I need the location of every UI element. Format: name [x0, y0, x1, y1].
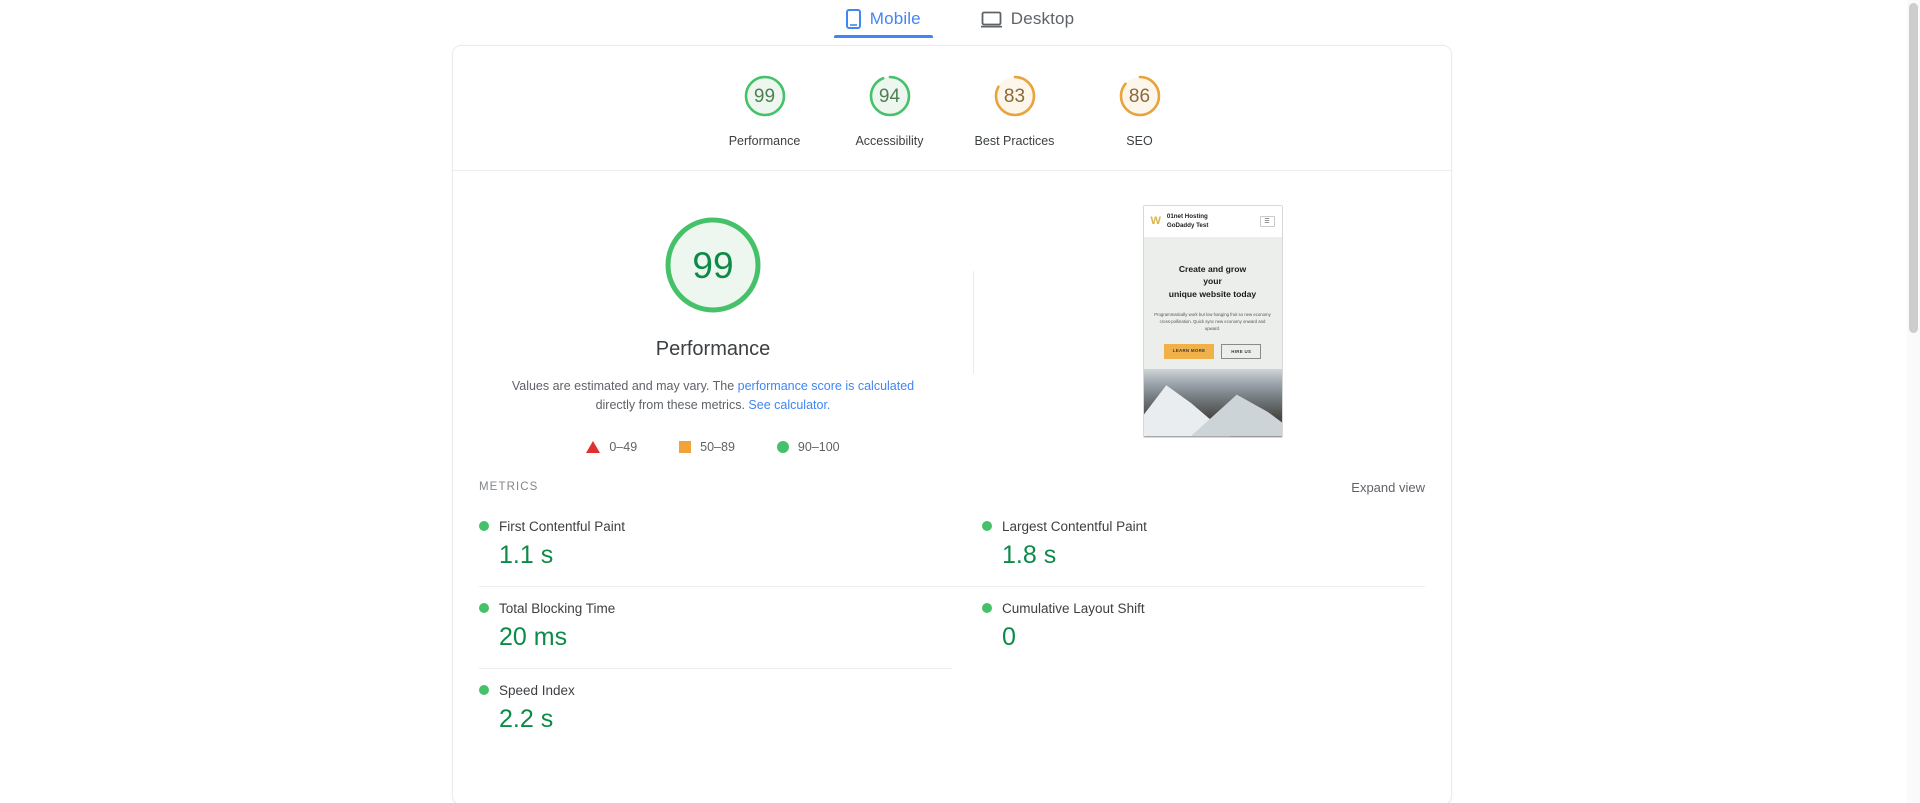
- gauge-value-best-practices: 83: [1003, 85, 1026, 107]
- status-dot-icon: [479, 521, 489, 532]
- metric-label: First Contentful Paint: [499, 518, 626, 534]
- metrics-header: METRICS Expand view: [453, 462, 1451, 505]
- metric-first-contentful-paint[interactable]: First Contentful Paint 1.1 s: [479, 505, 952, 587]
- scrollbar-thumb[interactable]: [1909, 3, 1918, 333]
- gauge-ring-performance: 99: [741, 72, 789, 120]
- metric-label: Speed Index: [499, 682, 575, 698]
- desktop-icon: [980, 11, 1002, 28]
- legend-label-poor: 0–49: [609, 439, 638, 454]
- category-score-accessibility[interactable]: 94 Accessibility: [827, 72, 952, 148]
- tab-desktop[interactable]: Desktop: [969, 0, 1086, 38]
- page-thumbnail[interactable]: W 01net Hosting GoDaddy Test ☰ Create an…: [1142, 205, 1283, 438]
- gauge-value-performance: 99: [753, 85, 776, 107]
- brand-logo-icon: W: [1150, 215, 1161, 228]
- hamburger-icon: ☰: [1259, 216, 1275, 228]
- thumbnail-brand-line2: GoDaddy Test: [1166, 221, 1209, 229]
- hero-desc-text-middle: directly from these metrics.: [595, 398, 749, 413]
- hero-description: Values are estimated and may vary. The p…: [503, 377, 923, 416]
- pagespeed-report-page: Mobile Desktop 99 Performance 94 Accessi…: [0, 0, 1920, 803]
- metric-largest-contentful-paint[interactable]: Largest Contentful Paint 1.8 s: [952, 505, 1425, 587]
- metric-value: 20 ms: [499, 622, 568, 651]
- performance-hero: 99 Performance Values are estimated and …: [453, 171, 1451, 462]
- metric-label: Total Blocking Time: [499, 600, 616, 616]
- gauge-value-accessibility: 94: [878, 85, 901, 107]
- thumbnail-brand-line1: 01net Hosting: [1166, 213, 1208, 220]
- legend-label-good: 90–100: [797, 439, 840, 454]
- see-calculator-link[interactable]: See calculator.: [748, 398, 830, 412]
- tab-desktop-label: Desktop: [1010, 9, 1075, 28]
- page-scrollbar[interactable]: [1907, 0, 1920, 803]
- expand-view-link[interactable]: Expand view: [1351, 480, 1425, 495]
- page-screenshot-panel: W 01net Hosting GoDaddy Test ☰ Create an…: [974, 205, 1451, 454]
- square-icon: [679, 440, 692, 453]
- metric-value: 0: [1002, 622, 1016, 651]
- report-card: 99 Performance 94 Accessibility 83 Best …: [452, 45, 1452, 803]
- metric-value: 1.8 s: [1002, 540, 1057, 569]
- learn-more-button: LEARN MORE: [1163, 343, 1215, 359]
- hero-gauge-ring: 99: [661, 213, 765, 317]
- circle-icon: [776, 440, 789, 453]
- metric-label: Largest Contentful Paint: [1002, 518, 1147, 534]
- legend-item-average: 50–89: [679, 440, 735, 454]
- metric-placeholder: [952, 669, 1425, 750]
- triangle-icon: [586, 440, 601, 453]
- hero-title: Performance: [655, 338, 771, 360]
- tab-mobile-label: Mobile: [869, 9, 921, 28]
- tab-mobile[interactable]: Mobile: [833, 0, 933, 38]
- category-score-seo[interactable]: 86 SEO: [1077, 72, 1202, 148]
- thumbnail-mountain-photo: [1143, 368, 1282, 437]
- thumbnail-headline-line3: unique website today: [1168, 288, 1257, 299]
- category-score-performance[interactable]: 99 Performance: [702, 72, 827, 148]
- metric-cumulative-layout-shift[interactable]: Cumulative Layout Shift 0: [952, 587, 1425, 669]
- metrics-section-label: METRICS: [479, 481, 539, 494]
- category-score-strip: 99 Performance 94 Accessibility 83 Best …: [453, 46, 1451, 171]
- thumbnail-header: W 01net Hosting GoDaddy Test ☰: [1143, 206, 1282, 237]
- thumbnail-headline-line2: your: [1203, 276, 1222, 287]
- hero-desc-text-start: Values are estimated and may vary. The: [511, 379, 738, 393]
- gauge-ring-accessibility: 94: [866, 72, 914, 120]
- gauge-label-accessibility: Accessibility: [855, 134, 924, 148]
- score-legend: 0–49 50–89 90–100: [586, 439, 840, 454]
- hero-score-panel: 99 Performance Values are estimated and …: [453, 205, 973, 454]
- status-dot-icon: [479, 603, 489, 614]
- metric-value: 2.2 s: [499, 704, 554, 733]
- hero-score-value: 99: [692, 244, 734, 286]
- mobile-icon: [845, 9, 861, 29]
- metric-label: Cumulative Layout Shift: [1002, 600, 1145, 616]
- status-dot-icon: [982, 521, 992, 532]
- status-dot-icon: [479, 685, 489, 696]
- gauge-ring-seo: 86: [1116, 72, 1164, 120]
- gauge-label-performance: Performance: [728, 134, 801, 148]
- gauge-label-seo: SEO: [1126, 134, 1153, 148]
- metric-speed-index[interactable]: Speed Index 2.2 s: [479, 669, 952, 750]
- metric-value: 1.1 s: [499, 540, 554, 569]
- performance-score-link[interactable]: performance score is calculated: [738, 379, 914, 393]
- device-tab-bar: Mobile Desktop: [0, 0, 1920, 40]
- legend-item-good: 90–100: [776, 439, 840, 454]
- thumbnail-buttons: LEARN MORE HIRE US: [1153, 343, 1273, 359]
- gauge-ring-best-practices: 83: [991, 72, 1039, 120]
- thumbnail-brand: 01net Hosting GoDaddy Test: [1167, 213, 1254, 231]
- status-dot-icon: [982, 603, 992, 614]
- gauge-value-seo: 86: [1128, 85, 1151, 107]
- thumbnail-headline: Create and grow your unique website toda…: [1153, 263, 1273, 300]
- metrics-grid: First Contentful Paint 1.1 s Largest Con…: [453, 505, 1451, 774]
- legend-item-poor: 0–49: [586, 440, 637, 454]
- hire-us-button: HIRE US: [1221, 343, 1262, 359]
- thumbnail-headline-line1: Create and grow: [1178, 263, 1247, 274]
- thumbnail-hero: Create and grow your unique website toda…: [1143, 236, 1282, 369]
- metric-total-blocking-time[interactable]: Total Blocking Time 20 ms: [479, 587, 952, 669]
- gauge-label-best-practices: Best Practices: [974, 134, 1055, 148]
- thumbnail-paragraph: Programmatically work but low hanging fr…: [1154, 312, 1271, 332]
- legend-label-average: 50–89: [700, 439, 735, 454]
- category-score-best-practices[interactable]: 83 Best Practices: [952, 72, 1077, 148]
